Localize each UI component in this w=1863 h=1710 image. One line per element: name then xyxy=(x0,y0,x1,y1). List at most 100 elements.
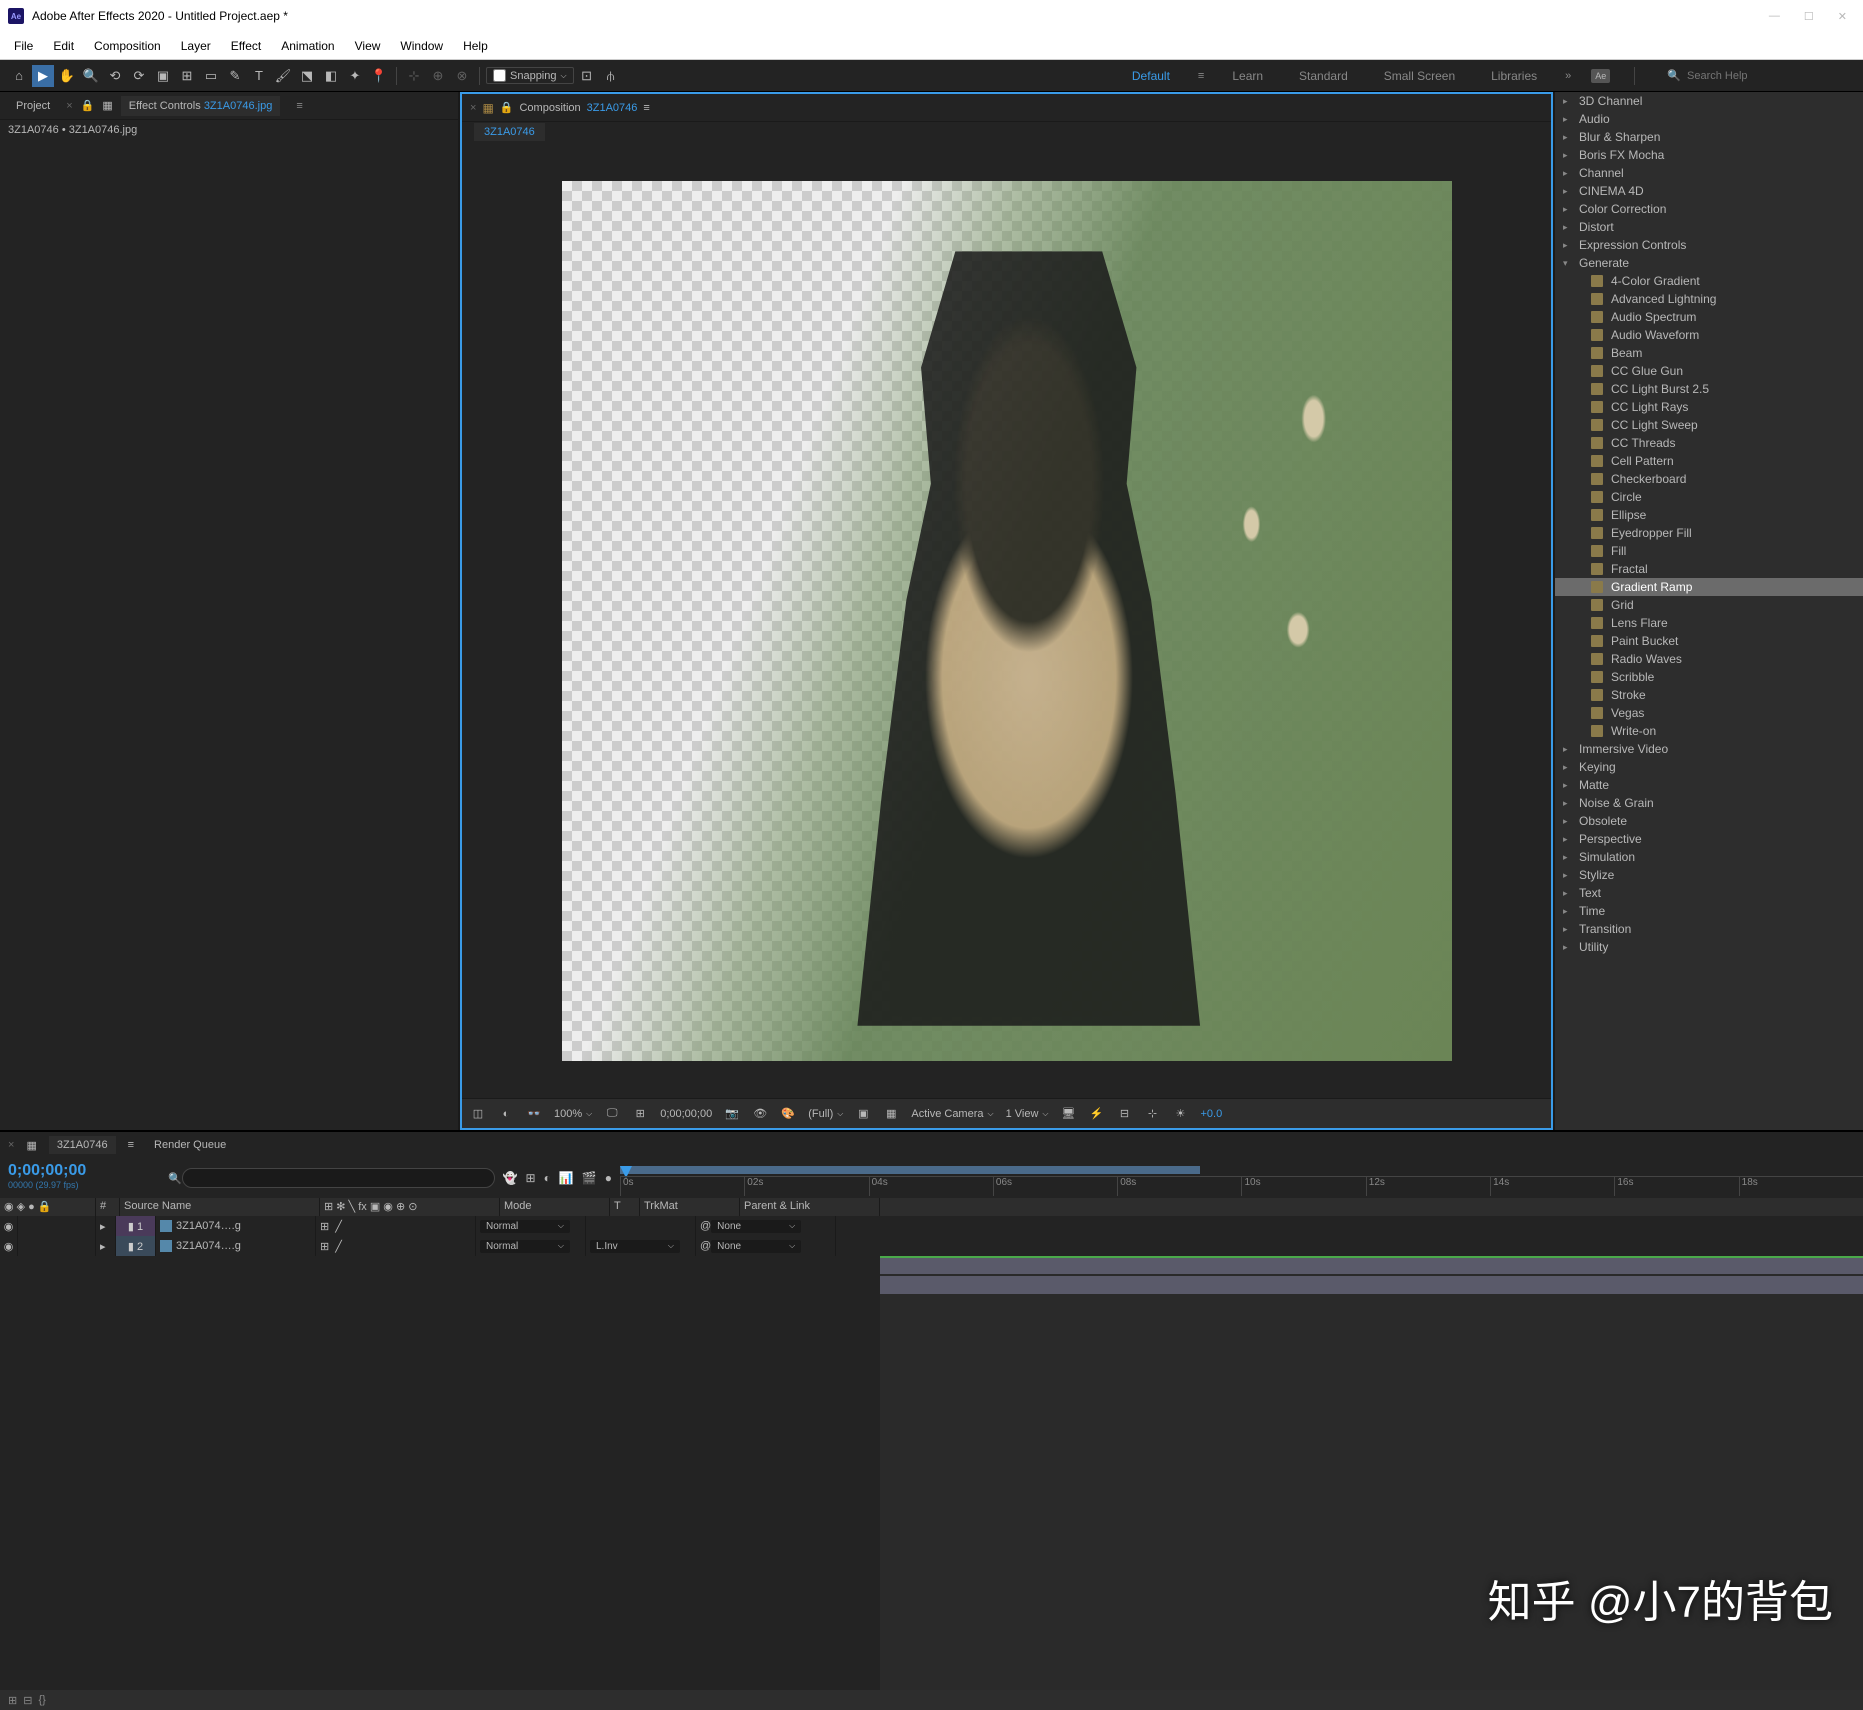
channel-icon[interactable]: ◐ xyxy=(498,1106,514,1122)
effect-cat[interactable]: CINEMA 4D xyxy=(1555,182,1863,200)
effect-item[interactable]: Scribble xyxy=(1555,668,1863,686)
panel-menu-icon[interactable]: ≡ xyxy=(643,102,649,114)
timeline-search-icon[interactable]: 🔍 xyxy=(168,1172,182,1185)
workspace-default[interactable]: Default xyxy=(1124,69,1178,83)
menu-file[interactable]: File xyxy=(4,35,43,57)
trkmat-dropdown[interactable]: L.Inv xyxy=(590,1240,680,1253)
effect-cat[interactable]: Boris FX Mocha xyxy=(1555,146,1863,164)
effect-cat[interactable]: Expression Controls xyxy=(1555,236,1863,254)
effect-item[interactable]: CC Light Sweep xyxy=(1555,416,1863,434)
mode-dropdown[interactable]: Normal xyxy=(480,1240,570,1253)
timecode[interactable]: 0;00;00;00 xyxy=(8,1162,152,1180)
draft-3d-icon[interactable]: 🎬 xyxy=(582,1171,597,1185)
layer-bar-1[interactable] xyxy=(880,1256,1863,1274)
effect-item[interactable]: Gradient Ramp xyxy=(1555,578,1863,596)
comp-subtab[interactable]: 3Z1A0746 xyxy=(474,123,545,141)
effect-cat[interactable]: Color Correction xyxy=(1555,200,1863,218)
roto-tool[interactable]: ✦ xyxy=(344,65,366,87)
snapping-toggle[interactable]: Snapping ⌵ xyxy=(486,67,574,84)
zoom-tool[interactable]: 🔍 xyxy=(80,65,102,87)
pan-behind-tool[interactable]: ⊞ xyxy=(176,65,198,87)
effect-item[interactable]: Audio Spectrum xyxy=(1555,308,1863,326)
selection-tool[interactable]: ▶ xyxy=(32,65,54,87)
effect-cat[interactable]: Immersive Video xyxy=(1555,740,1863,758)
effect-cat[interactable]: Simulation xyxy=(1555,848,1863,866)
effect-item[interactable]: Fill xyxy=(1555,542,1863,560)
effect-item[interactable]: Grid xyxy=(1555,596,1863,614)
workspace-libraries[interactable]: Libraries xyxy=(1483,69,1545,83)
effect-cat[interactable]: Matte xyxy=(1555,776,1863,794)
effect-cat[interactable]: Perspective xyxy=(1555,830,1863,848)
effect-item[interactable]: CC Light Rays xyxy=(1555,398,1863,416)
col-source[interactable]: Source Name xyxy=(120,1198,320,1216)
world-axis-icon[interactable]: ⊕ xyxy=(427,65,449,87)
snapshot-icon[interactable]: 📷 xyxy=(724,1106,740,1122)
layer-color[interactable]: ▮ 2 xyxy=(116,1236,156,1256)
brush-tool[interactable]: 🖌 xyxy=(272,65,294,87)
workspace-standard[interactable]: Standard xyxy=(1291,69,1356,83)
search-help[interactable]: 🔍 xyxy=(1659,69,1855,82)
col-parent[interactable]: Parent & Link xyxy=(740,1198,880,1216)
ae-badge-icon[interactable]: Ae xyxy=(1591,69,1610,83)
menu-animation[interactable]: Animation xyxy=(271,35,344,57)
show-snapshot-icon[interactable]: 👁 xyxy=(752,1106,768,1122)
effect-cat[interactable]: 3D Channel xyxy=(1555,92,1863,110)
rotation-tool[interactable]: ⟳ xyxy=(128,65,150,87)
effect-cat[interactable]: Distort xyxy=(1555,218,1863,236)
timeline-tab[interactable]: 3Z1A0746 xyxy=(49,1136,116,1154)
effect-item[interactable]: 4-Color Gradient xyxy=(1555,272,1863,290)
render-queue-tab[interactable]: Render Queue xyxy=(146,1136,234,1154)
workspace-small[interactable]: Small Screen xyxy=(1376,69,1463,83)
current-time[interactable]: 0;00;00;00 xyxy=(660,1108,712,1120)
effect-cat[interactable]: Keying xyxy=(1555,758,1863,776)
maximize-button[interactable]: ☐ xyxy=(1804,10,1814,23)
effect-cat[interactable]: Obsolete xyxy=(1555,812,1863,830)
comp-name[interactable]: 3Z1A0746 xyxy=(587,102,638,114)
mask-icon[interactable]: 👓 xyxy=(526,1106,542,1122)
menu-view[interactable]: View xyxy=(345,35,391,57)
camera-tool[interactable]: ▣ xyxy=(152,65,174,87)
transparency-icon[interactable]: ▦ xyxy=(883,1106,899,1122)
toggle-switches-icon[interactable]: ⊞ xyxy=(8,1694,17,1707)
work-area-bar[interactable] xyxy=(620,1166,1200,1174)
effect-item[interactable]: Fractal xyxy=(1555,560,1863,578)
color-icon[interactable]: 🎨 xyxy=(780,1106,796,1122)
grid-icon[interactable]: ⊞ xyxy=(632,1106,648,1122)
orbit-tool[interactable]: ⟲ xyxy=(104,65,126,87)
timeline-tracks[interactable] xyxy=(880,1256,1863,1690)
rect-tool[interactable]: ▭ xyxy=(200,65,222,87)
lock-icon[interactable]: 🔒 xyxy=(500,101,514,114)
effect-item[interactable]: CC Threads xyxy=(1555,434,1863,452)
effect-item[interactable]: Circle xyxy=(1555,488,1863,506)
camera-dropdown[interactable]: Active Camera⌵ xyxy=(911,1108,993,1120)
time-ruler[interactable]: 0s02s04s06s08s10s12s14s16s18s xyxy=(620,1158,1863,1198)
snap-guide-icon[interactable]: ⫛ xyxy=(600,65,622,87)
lock-icon[interactable]: 🔒 xyxy=(81,99,95,112)
flowchart-icon[interactable]: ⊹ xyxy=(1144,1106,1160,1122)
effect-item[interactable]: Ellipse xyxy=(1555,506,1863,524)
col-trkmat[interactable]: TrkMat xyxy=(640,1198,740,1216)
effect-item[interactable]: CC Light Burst 2.5 xyxy=(1555,380,1863,398)
effect-cat[interactable]: Utility xyxy=(1555,938,1863,956)
workspace-learn[interactable]: Learn xyxy=(1224,69,1271,83)
layer-bar-2[interactable] xyxy=(880,1276,1863,1294)
motion-blur-icon[interactable]: ◐ xyxy=(544,1171,551,1185)
snap-grid-icon[interactable]: ⊡ xyxy=(576,65,598,87)
effect-item[interactable]: Eyedropper Fill xyxy=(1555,524,1863,542)
viewer[interactable] xyxy=(462,144,1551,1098)
effect-cat[interactable]: Audio xyxy=(1555,110,1863,128)
pickwhip-icon[interactable]: @ xyxy=(700,1220,711,1232)
shy-icon[interactable]: 👻 xyxy=(503,1171,518,1185)
visibility-icon[interactable]: ◉ xyxy=(0,1216,18,1236)
col-num[interactable]: # xyxy=(96,1198,120,1216)
tab-project[interactable]: Project xyxy=(8,96,58,116)
tab-effect-controls[interactable]: Effect Controls 3Z1A0746.jpg xyxy=(121,96,281,116)
effect-item[interactable]: Write-on xyxy=(1555,722,1863,740)
pickwhip-icon[interactable]: @ xyxy=(700,1240,711,1252)
puppet-tool[interactable]: 📍 xyxy=(368,65,390,87)
timeline-icon[interactable]: ⊟ xyxy=(1116,1106,1132,1122)
res-dropdown[interactable]: (Full)⌵ xyxy=(808,1108,843,1120)
hand-tool[interactable]: ✋ xyxy=(56,65,78,87)
effect-item[interactable]: Stroke xyxy=(1555,686,1863,704)
effect-cat[interactable]: Time xyxy=(1555,902,1863,920)
